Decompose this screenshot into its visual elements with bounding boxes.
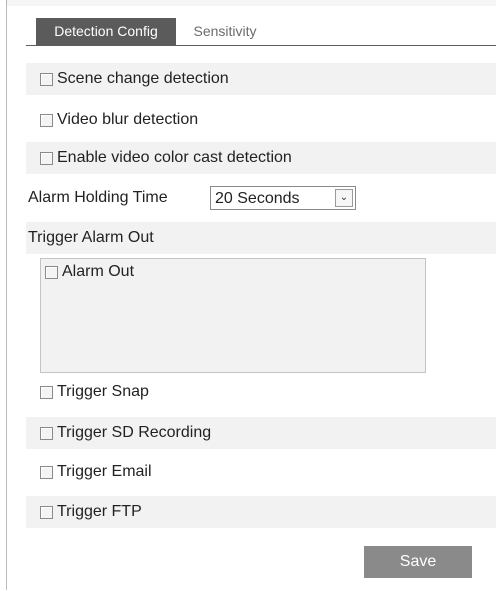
scene-change-label: Scene change detection xyxy=(57,70,229,87)
video-blur-label: Video blur detection xyxy=(57,111,199,128)
alarm-out-checkbox[interactable] xyxy=(45,265,58,279)
color-cast-checkbox[interactable] xyxy=(40,151,53,165)
trigger-ftp-checkbox[interactable] xyxy=(40,505,53,519)
tab-detection-config[interactable]: Detection Config xyxy=(36,18,176,45)
scene-change-row: Scene change detection xyxy=(26,63,496,95)
alarm-out-label: Alarm Out xyxy=(62,263,135,280)
video-blur-checkbox[interactable] xyxy=(40,113,53,127)
trigger-snap-row: Trigger Snap xyxy=(26,376,496,408)
trigger-sd-row: Trigger SD Recording xyxy=(26,417,496,449)
trigger-ftp-label: Trigger FTP xyxy=(57,503,142,520)
trigger-snap-checkbox[interactable] xyxy=(40,385,53,399)
color-cast-label: Enable video color cast detection xyxy=(57,149,292,166)
trigger-email-row: Trigger Email xyxy=(26,456,496,488)
alarm-holding-select[interactable]: 20 Seconds ⌄ xyxy=(210,186,356,210)
trigger-sd-checkbox[interactable] xyxy=(40,426,53,440)
trigger-snap-label: Trigger Snap xyxy=(57,383,149,400)
trigger-ftp-row: Trigger FTP xyxy=(26,496,496,528)
scene-change-checkbox[interactable] xyxy=(40,72,53,86)
alarm-holding-label: Alarm Holding Time xyxy=(28,189,168,206)
alarm-holding-value: 20 Seconds xyxy=(215,190,300,207)
chevron-down-icon[interactable]: ⌄ xyxy=(335,189,353,207)
alarm-out-item: Alarm Out xyxy=(45,263,134,281)
save-button[interactable]: Save xyxy=(364,546,472,578)
left-divider xyxy=(6,0,7,590)
color-cast-row: Enable video color cast detection xyxy=(26,142,496,174)
detection-config-panel: Detection Config Sensitivity Scene chang… xyxy=(0,0,496,590)
top-strip xyxy=(7,0,496,6)
tab-sensitivity[interactable]: Sensitivity xyxy=(180,18,270,45)
trigger-email-checkbox[interactable] xyxy=(40,465,53,479)
tab-bar: Detection Config Sensitivity xyxy=(26,18,496,46)
trigger-sd-label: Trigger SD Recording xyxy=(57,424,212,441)
video-blur-row: Video blur detection xyxy=(26,104,496,136)
trigger-alarm-out-title: Trigger Alarm Out xyxy=(28,229,154,246)
trigger-alarm-out-row: Trigger Alarm Out xyxy=(26,222,496,254)
trigger-email-label: Trigger Email xyxy=(57,463,152,480)
alarm-out-list: Alarm Out xyxy=(40,258,426,373)
